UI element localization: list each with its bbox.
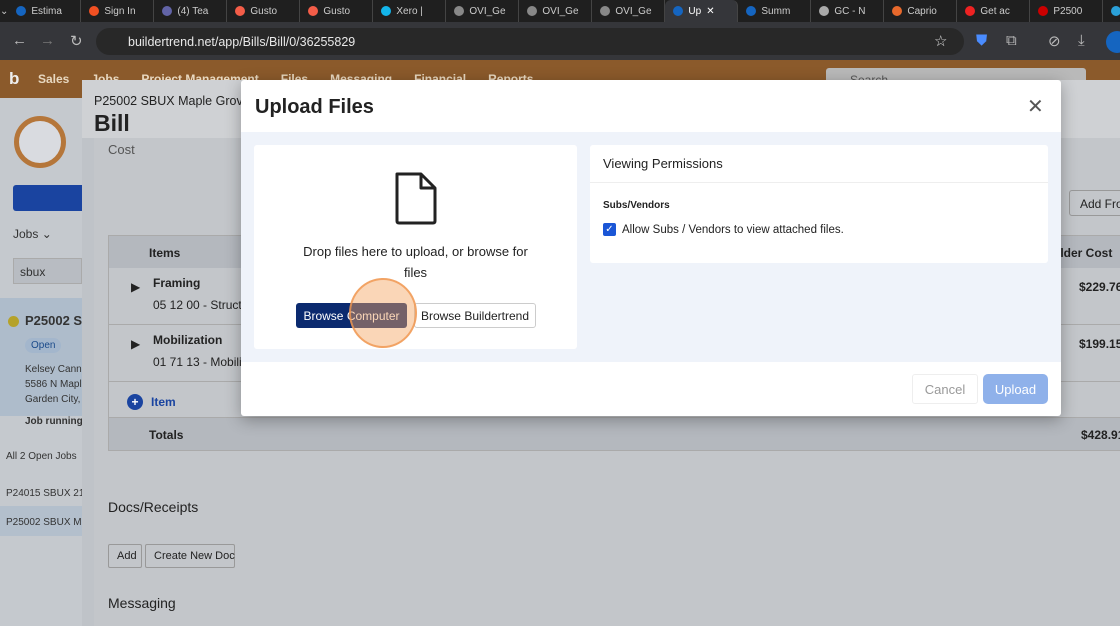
plus-icon: + xyxy=(127,394,143,410)
browser-tab[interactable]: OVI_Ge xyxy=(519,0,593,22)
tab-favicon-icon xyxy=(892,6,903,16)
close-icon[interactable]: ✕ xyxy=(1027,94,1044,119)
add-item-button[interactable]: + Item xyxy=(127,394,176,410)
expand-icon: ▶ xyxy=(131,280,141,294)
tab-favicon-icon xyxy=(16,6,27,16)
job-list-item[interactable]: P25002 SBUX Ma xyxy=(6,517,87,528)
jobs-dropdown[interactable]: Jobs ⌄ xyxy=(13,227,52,241)
download-icon[interactable]: ⤓ xyxy=(1078,32,1085,49)
totals-row: Totals $428.91 xyxy=(108,417,1120,451)
browser-tab[interactable]: Up ✕ xyxy=(665,0,739,22)
tab-favicon-icon xyxy=(746,6,757,16)
forward-icon[interactable]: → xyxy=(40,32,55,49)
modal-title: Upload Files xyxy=(255,96,374,118)
tab-favicon-icon xyxy=(454,6,465,16)
browser-tab[interactable]: Login xyxy=(1103,0,1120,22)
extensions-icon[interactable]: ⧉ xyxy=(1006,32,1017,49)
modal-body: Drop files here to upload, or browse for… xyxy=(241,132,1061,362)
job-subtitle: P25002 SBUX Maple Grove xyxy=(94,94,250,108)
browser-tab[interactable]: Gusto xyxy=(300,0,374,22)
viewing-permissions-card: Viewing Permissions Subs/Vendors ✓ Allow… xyxy=(590,145,1048,263)
job-search-input[interactable]: sbux xyxy=(13,258,82,284)
nav-item[interactable]: Sales xyxy=(38,72,69,86)
all-open-jobs[interactable]: All 2 Open Jobs xyxy=(6,451,77,462)
new-button[interactable] xyxy=(13,185,82,211)
allow-subs-checkbox[interactable]: ✓ Allow Subs / Vendors to view attached … xyxy=(603,223,844,236)
add-from-button[interactable]: Add Fro xyxy=(1069,190,1120,216)
sync-icon[interactable]: ⊘ xyxy=(1048,32,1061,50)
tab-favicon-icon xyxy=(600,6,611,16)
tab-favicon-icon xyxy=(673,6,684,16)
browser-tab[interactable]: Sign In xyxy=(81,0,155,22)
upload-files-modal: Upload Files ✕ Drop files here to upload… xyxy=(241,80,1061,416)
company-logo xyxy=(14,116,66,168)
browser-tab[interactable]: Caprio xyxy=(884,0,958,22)
messaging-title: Messaging xyxy=(108,595,176,611)
tab-favicon-icon xyxy=(89,6,100,16)
tab-favicon-icon xyxy=(965,6,976,16)
tab-favicon-icon xyxy=(1038,6,1049,16)
expand-icon: ▶ xyxy=(131,337,141,351)
jobs-sidebar: Jobs ⌄ sbux P25002 S Open Kelsey Canno 55… xyxy=(0,98,89,626)
browser-tab[interactable]: P2500 xyxy=(1030,0,1104,22)
back-icon[interactable]: ← xyxy=(12,32,27,49)
drop-zone[interactable]: Drop files here to upload, or browse for… xyxy=(254,145,577,349)
browse-buildertrend-button[interactable]: Browse Buildertrend xyxy=(414,303,536,328)
url-text: buildertrend.net/app/Bills/Bill/0/362558… xyxy=(128,35,356,49)
bookmark-star-icon[interactable]: ☆ xyxy=(934,32,947,50)
tab-favicon-icon xyxy=(162,6,173,16)
job-name: P25002 S xyxy=(25,313,83,328)
browser-tab[interactable]: Gusto xyxy=(227,0,301,22)
drop-instructions: Drop files here to upload, or browse for… xyxy=(303,244,528,280)
browser-tab[interactable]: GC - N xyxy=(811,0,885,22)
tab-favicon-icon xyxy=(381,6,392,16)
create-new-doc-button[interactable]: Create New Doc xyxy=(145,544,235,568)
browser-tab[interactable]: Estima xyxy=(8,0,82,22)
profile-avatar[interactable] xyxy=(1106,31,1120,53)
upload-button[interactable]: Upload xyxy=(983,374,1048,404)
tab-favicon-icon xyxy=(235,6,246,16)
browser-tab[interactable]: Summ xyxy=(738,0,812,22)
job-address: Kelsey Canno 5586 N Mapl Garden City, xyxy=(25,364,88,405)
tab-search-icon[interactable]: ⌄ xyxy=(0,6,8,17)
add-doc-button[interactable]: Add xyxy=(108,544,142,568)
cancel-button[interactable]: Cancel xyxy=(912,374,978,404)
reload-icon[interactable]: ↻ xyxy=(70,32,83,50)
subs-vendors-label: Subs/Vendors xyxy=(603,200,670,211)
click-highlight xyxy=(349,278,417,348)
close-tab-icon[interactable]: ✕ xyxy=(706,6,714,17)
job-list-item[interactable]: P24015 SBUX 21s xyxy=(6,488,89,499)
extension-shield-icon[interactable]: ⛊ xyxy=(976,32,987,49)
selected-job[interactable]: P25002 S Open Kelsey Canno 5586 N Mapl Gar… xyxy=(0,298,87,427)
browser-tab[interactable]: OVI_Ge xyxy=(592,0,666,22)
browser-tab[interactable]: OVI_Ge xyxy=(446,0,520,22)
job-running-label: Job running xyxy=(25,416,83,427)
browser-tab[interactable]: (4) Tea xyxy=(154,0,228,22)
url-input[interactable]: buildertrend.net/app/Bills/Bill/0/362558… xyxy=(96,28,964,55)
checkbox-checked-icon: ✓ xyxy=(603,223,616,236)
tab-favicon-icon xyxy=(308,6,319,16)
file-icon xyxy=(395,172,437,225)
tab-favicon-icon xyxy=(1111,6,1120,16)
buildertrend-logo: b xyxy=(9,69,20,88)
page-title: Bill xyxy=(94,110,130,136)
tab-favicon-icon xyxy=(527,6,538,16)
tab-favicon-icon xyxy=(819,6,830,16)
permissions-title: Viewing Permissions xyxy=(603,156,723,171)
browser-tab[interactable]: Xero | xyxy=(373,0,447,22)
browser-tab-bar: ⌄ Estima Sign In (4) Tea Gusto Gusto Xero | OV… xyxy=(0,0,1120,22)
cost-section-title: Cost xyxy=(108,142,135,157)
docs-receipts-title: Docs/Receipts xyxy=(108,499,199,515)
status-dot-icon xyxy=(8,316,19,327)
browser-tab[interactable]: Get ac xyxy=(957,0,1031,22)
address-bar: ← → ↻ buildertrend.net/app/Bills/Bill/0/… xyxy=(0,22,1120,60)
status-badge: Open xyxy=(25,338,62,353)
